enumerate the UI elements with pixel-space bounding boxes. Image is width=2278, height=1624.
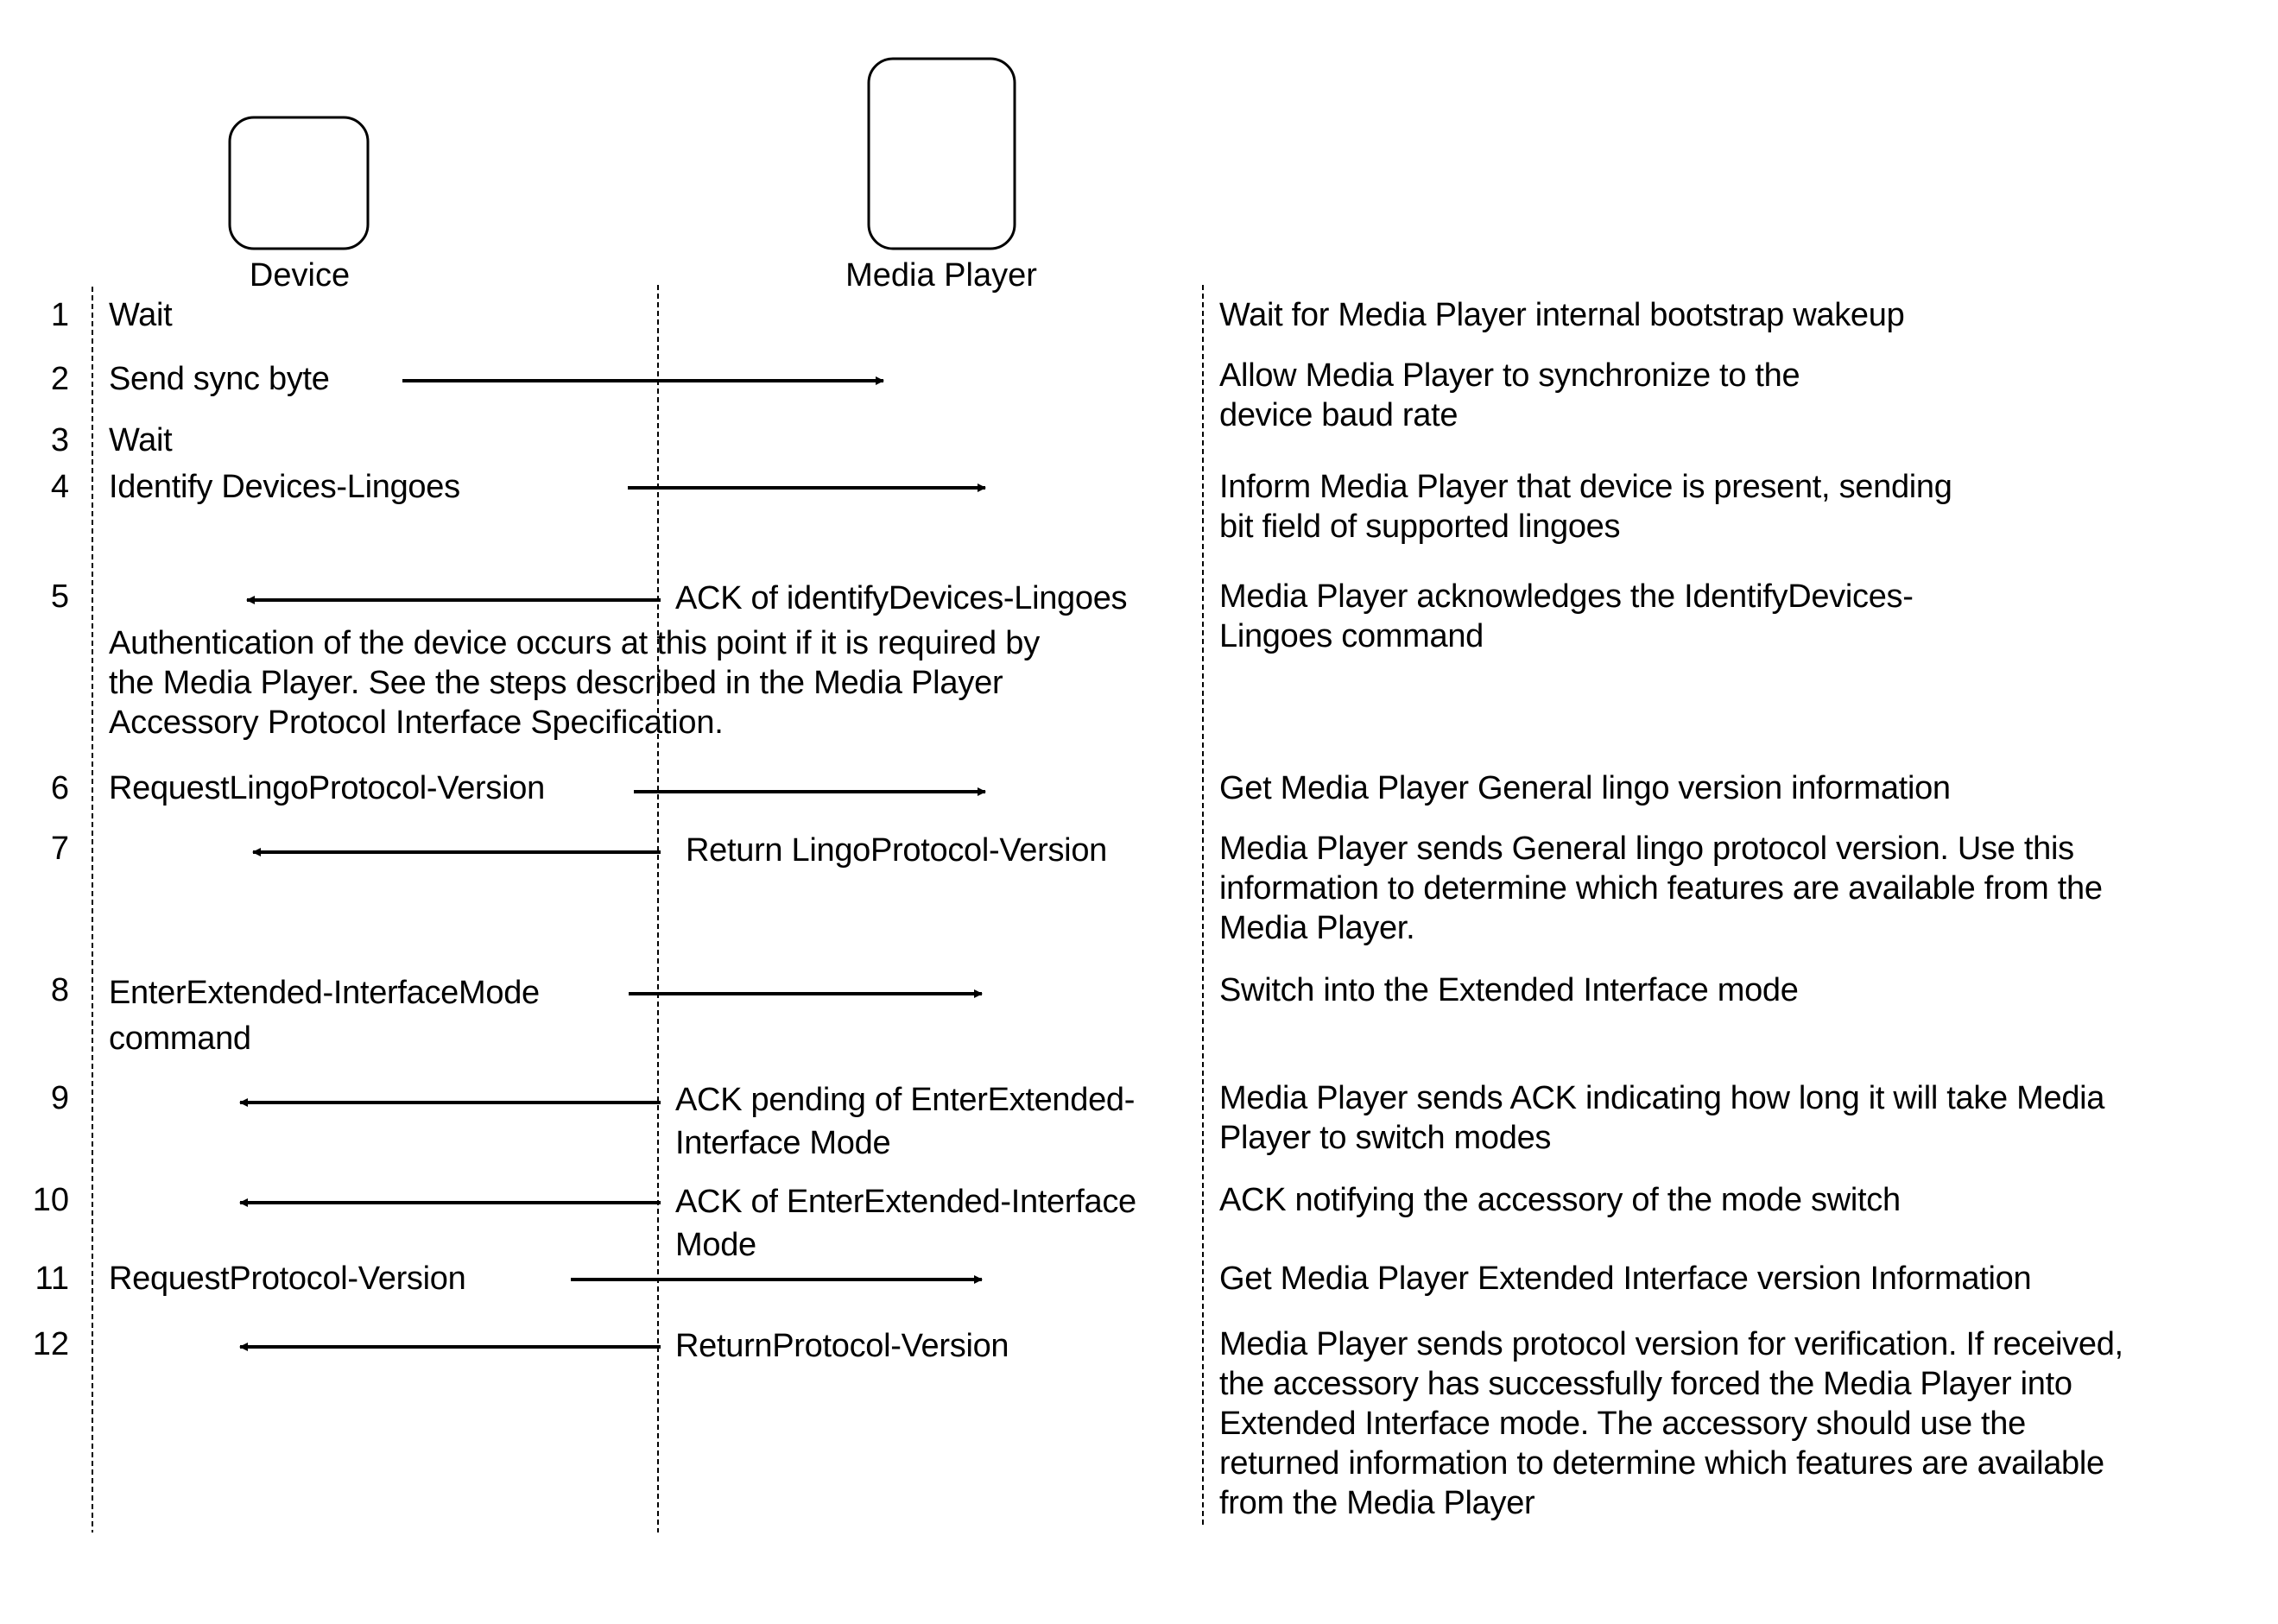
media-player-label: Media Player <box>845 257 1037 294</box>
device-action-text: RequestProtocol-Version <box>109 1261 466 1297</box>
step-number: 3 <box>50 422 69 458</box>
step-number: 5 <box>50 578 69 615</box>
device-action-text: Send sync byte <box>109 361 330 397</box>
step-description: Media Player acknowledges the IdentifyDe… <box>1219 578 1914 654</box>
step-number: 4 <box>50 469 69 505</box>
step-description: Inform Media Player that device is prese… <box>1219 469 1952 545</box>
device-action-text: Identify Devices-Lingoes <box>109 469 460 505</box>
step-description: Media Player sends General lingo protoco… <box>1219 831 2103 946</box>
player-message-text: ACK pending of EnterExtended- Interface … <box>675 1082 1136 1161</box>
step-description: Allow Media Player to synchronize to the… <box>1219 357 1800 433</box>
step-number: 1 <box>50 297 69 333</box>
device-box <box>228 116 370 250</box>
device-action-text: Wait <box>109 422 173 458</box>
step-number: 2 <box>50 361 69 397</box>
step-description: ACK notifying the accessory of the mode … <box>1219 1182 1901 1218</box>
step-description: Switch into the Extended Interface mode <box>1219 972 1799 1008</box>
player-message-text: ReturnProtocol-Version <box>675 1328 1009 1364</box>
step-number: 12 <box>32 1326 69 1362</box>
player-message-text: Return LingoProtocol-Version <box>686 832 1107 869</box>
device-label: Device <box>249 257 351 294</box>
device-action-text: EnterExtended-InterfaceMode command <box>109 975 540 1057</box>
step-number: 11 <box>35 1261 69 1297</box>
step-number: 10 <box>32 1182 69 1218</box>
player-message-text: ACK of EnterExtended-Interface Mode <box>675 1184 1136 1263</box>
step-description: Wait for Media Player internal bootstrap… <box>1219 297 1905 333</box>
step-number: 8 <box>50 972 69 1008</box>
step-description: Get Media Player Extended Interface vers… <box>1219 1261 2032 1297</box>
device-action-text: RequestLingoProtocol-Version <box>109 770 545 806</box>
step-description: Media Player sends ACK indicating how lo… <box>1219 1080 2105 1156</box>
device-action-text: Wait <box>109 297 173 333</box>
step-description: Get Media Player General lingo version i… <box>1219 770 1951 806</box>
player-message-text: ACK of identifyDevices-Lingoes <box>675 580 1128 616</box>
step-number: 6 <box>50 770 69 806</box>
step-description: Media Player sends protocol version for … <box>1219 1326 2123 1521</box>
media-player-box <box>867 57 1016 250</box>
step-number: 9 <box>50 1080 69 1116</box>
authentication-note: Authentication of the device occurs at t… <box>109 625 1041 741</box>
step-number: 7 <box>50 831 69 867</box>
